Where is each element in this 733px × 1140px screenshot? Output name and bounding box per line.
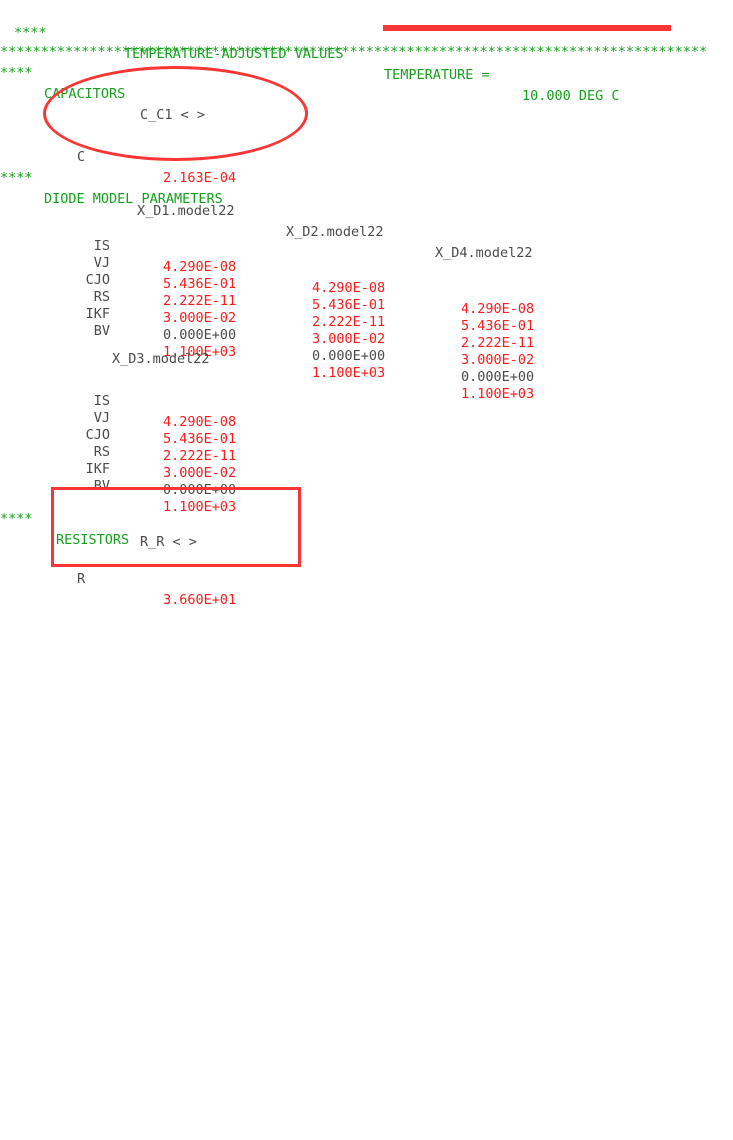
resistor-value-row: R 3.660E+01 <box>0 548 733 608</box>
resistor-instance-row: R_R < > <box>0 511 733 550</box>
simulation-output-text: **** TEMPERATURE-ADJUSTED VALUES TEMPERA… <box>0 0 733 608</box>
resistor-param-label: R <box>77 571 86 587</box>
temperature-label: TEMPERATURE = <box>384 67 490 83</box>
table-row: BV 1.100E+03 1.100E+03 1.100E+03 <box>0 300 733 402</box>
header-line: **** TEMPERATURE-ADJUSTED VALUES TEMPERA… <box>0 2 733 104</box>
separator-line: ****************************************… <box>0 21 733 60</box>
section-diodes-heading: **** DIODE MODEL PARAMETERS <box>0 147 733 207</box>
section-resistors-heading: **** RESISTORS <box>0 488 733 548</box>
section-capacitors-heading: **** CAPACITORS <box>0 42 733 102</box>
diode-table2-column-0: X_D3.model22 <box>112 351 210 367</box>
capacitor-instance-name: C_C1 < > <box>140 107 206 123</box>
diode-table1-header: X_D1.model22 X_D2.model22 X_D4.model22 <box>0 180 733 261</box>
resistor-param-value: 3.660E+01 <box>163 592 237 608</box>
capacitor-instance-row: C_C1 < > <box>0 84 733 123</box>
diode-table2-header: X_D3.model22 <box>0 328 733 367</box>
table-row: BV 1.100E+03 <box>0 455 733 515</box>
capacitors-stars: **** <box>0 65 33 81</box>
capacitor-value-row: C 2.163E-04 <box>0 126 733 186</box>
